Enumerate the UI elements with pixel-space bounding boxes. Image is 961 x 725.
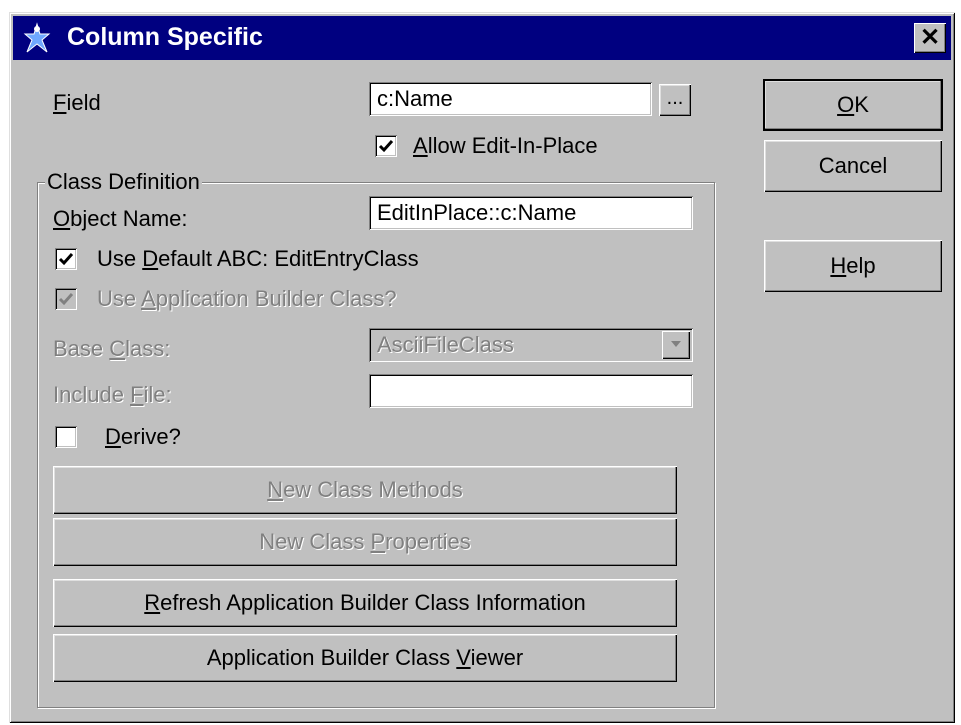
field-value: c:Name [377, 86, 453, 111]
base-class-value: AsciiFileClass [377, 332, 514, 357]
title-bar[interactable]: Column Specific ✕ [13, 16, 951, 60]
derive-label[interactable]: Derive? [105, 424, 181, 450]
dropdown-button[interactable] [662, 331, 690, 359]
window-title: Column Specific [67, 23, 263, 51]
cancel-button[interactable]: Cancel [764, 140, 942, 192]
use-default-checkbox[interactable] [55, 248, 77, 270]
class-viewer-button[interactable]: Application Builder Class Viewer [53, 634, 677, 682]
allow-edit-label[interactable]: Allow Edit-In-Place [413, 133, 598, 159]
checkmark-icon [58, 253, 74, 266]
field-label: Field [53, 90, 101, 115]
new-class-properties-button[interactable]: New Class Properties [53, 518, 677, 566]
dialog-window: Column Specific ✕ Field c:Name ... Allow… [9, 12, 955, 723]
object-name-label: Object Name: [53, 206, 188, 231]
checkmark-icon [58, 293, 74, 306]
use-app-builder-checkbox[interactable] [55, 288, 77, 310]
derive-checkbox[interactable] [55, 426, 77, 448]
field-browse-button[interactable]: ... [659, 84, 691, 116]
class-definition-title: Class Definition [45, 169, 202, 195]
include-file-label: Include File: [53, 382, 172, 407]
base-class-select[interactable]: AsciiFileClass [369, 328, 693, 362]
checkmark-icon [378, 140, 394, 153]
close-button[interactable]: ✕ [914, 23, 946, 53]
object-name-input[interactable]: EditInPlace::c:Name [369, 196, 693, 230]
include-file-input[interactable] [369, 374, 693, 408]
close-icon: ✕ [919, 24, 941, 51]
use-app-builder-label[interactable]: Use Application Builder Class? [97, 286, 397, 312]
use-default-label[interactable]: Use Default ABC: EditEntryClass [97, 246, 419, 272]
field-input[interactable]: c:Name [369, 82, 652, 116]
chevron-down-icon [671, 341, 681, 347]
help-button[interactable]: Help [764, 240, 942, 292]
base-class-label: Base Class: [53, 336, 171, 361]
new-class-methods-button[interactable]: New Class Methods [53, 466, 677, 514]
refresh-class-info-button[interactable]: Refresh Application Builder Class Inform… [53, 579, 677, 627]
allow-edit-checkbox[interactable] [375, 135, 397, 157]
app-icon [23, 22, 51, 53]
object-name-value: EditInPlace::c:Name [377, 200, 577, 225]
ok-button[interactable]: OK [763, 79, 943, 131]
